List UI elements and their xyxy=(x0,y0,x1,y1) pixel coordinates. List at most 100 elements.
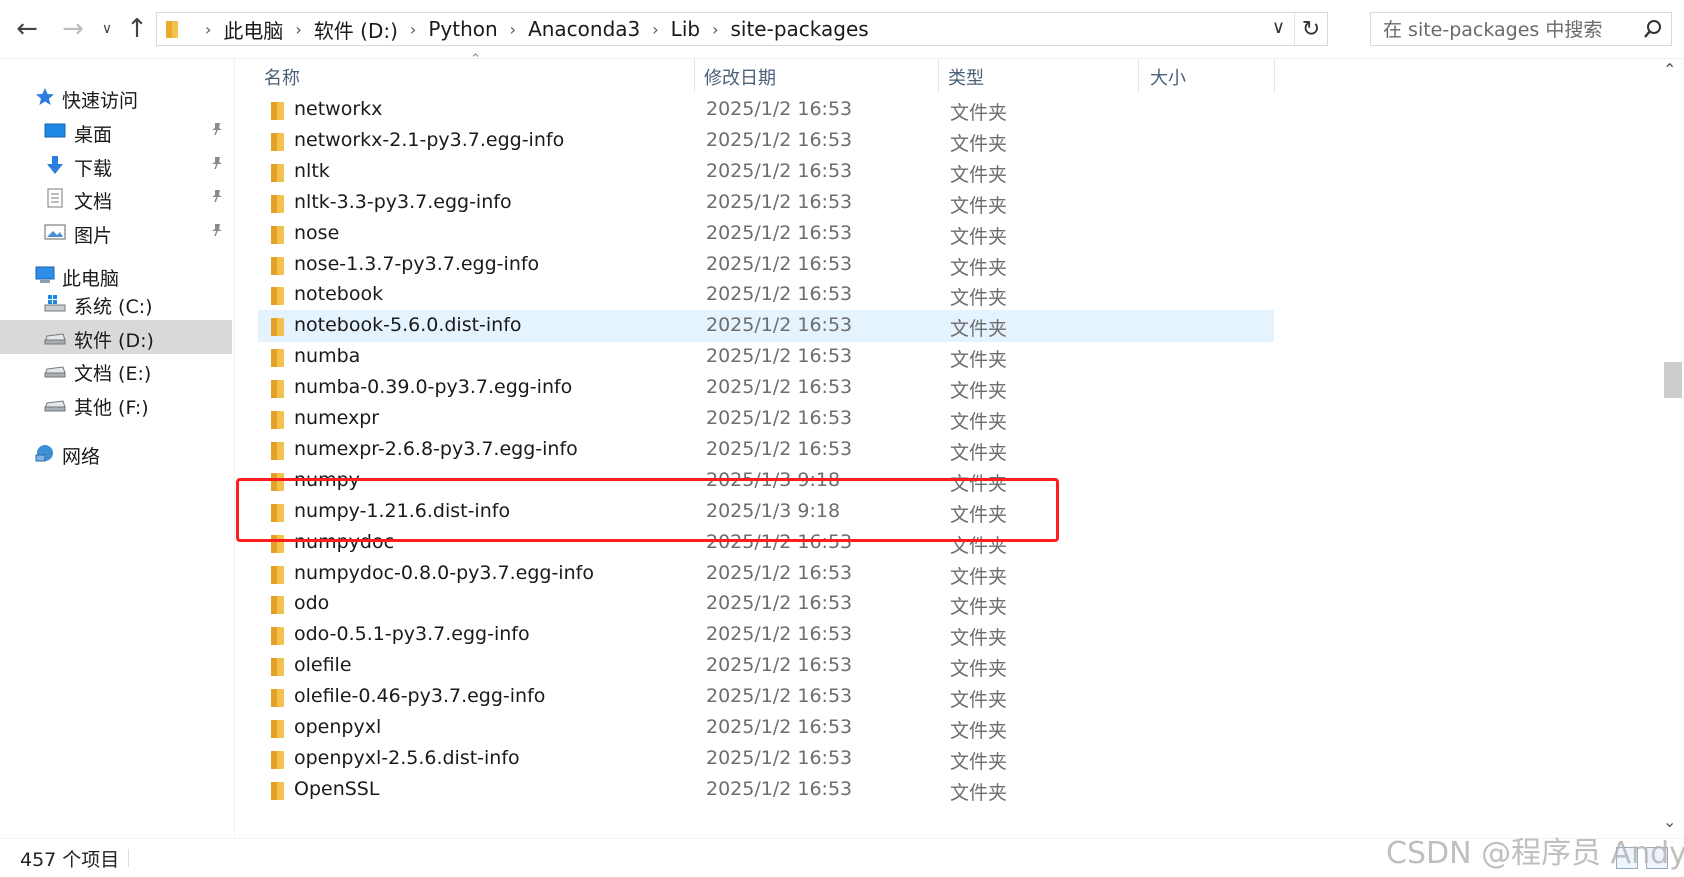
nav-drive-1[interactable]: 软件 (D:) xyxy=(0,319,232,354)
column-name[interactable]: 名称 xyxy=(264,64,300,90)
folder-icon xyxy=(270,194,286,219)
file-row[interactable]: numba-0.39.0-py3.7.egg-info 2025/1/2 16:5… xyxy=(258,372,1274,404)
file-modified-date: 2025/1/2 16:53 xyxy=(706,190,853,213)
file-row[interactable]: olefile 2025/1/2 16:53 文件夹 xyxy=(258,650,1274,682)
search-icon[interactable] xyxy=(1643,19,1663,43)
file-row[interactable]: odo 2025/1/2 16:53 文件夹 xyxy=(258,588,1274,620)
file-row[interactable]: nltk-3.3-py3.7.egg-info 2025/1/2 16:53 文件夹 xyxy=(258,187,1274,219)
nav-pinned-2[interactable]: 文档 xyxy=(0,181,232,215)
file-row[interactable]: odo-0.5.1-py3.7.egg-info 2025/1/2 16:53 文件… xyxy=(258,619,1274,651)
breadcrumb-item[interactable]: Lib xyxy=(671,17,700,41)
file-row[interactable]: nose 2025/1/2 16:53 文件夹 xyxy=(258,218,1274,250)
file-row[interactable]: numexpr-2.6.8-py3.7.egg-info 2025/1/2 16:… xyxy=(258,434,1274,466)
file-type: 文件夹 xyxy=(950,720,1008,742)
file-type: 文件夹 xyxy=(950,318,1008,341)
forward-button[interactable]: → xyxy=(58,14,88,44)
file-row[interactable]: numpydoc-0.8.0-py3.7.egg-info 2025/1/2 16… xyxy=(258,558,1274,590)
file-row[interactable]: nose-1.3.7-py3.7.egg-info 2025/1/2 16:53 文… xyxy=(258,249,1274,281)
scroll-up-icon[interactable]: ⌃ xyxy=(1663,60,1676,79)
file-modified-date: 2025/1/2 16:53 xyxy=(706,685,853,708)
nav-quick-access[interactable]: 快速访问 xyxy=(0,80,232,114)
column-size[interactable]: 大小 xyxy=(1150,64,1186,90)
file-type: 文件夹 xyxy=(950,596,1008,619)
address-bar[interactable]: › 此电脑 › 软件 (D:) › Python › Anaconda3 › Lib › site-p… xyxy=(156,12,1328,46)
column-resize-handle[interactable] xyxy=(1138,58,1139,92)
file-row[interactable]: openpyxl 2025/1/2 16:53 文件夹 xyxy=(258,712,1274,744)
nav-pinned-0[interactable]: 桌面 xyxy=(0,114,232,148)
breadcrumb-item[interactable]: 此电脑 xyxy=(223,15,283,44)
pin-icon[interactable] xyxy=(210,122,224,140)
star-icon xyxy=(34,86,56,108)
column-resize-handle[interactable] xyxy=(1274,58,1275,92)
file-row[interactable]: notebook-5.6.0.dist-info 2025/1/2 16:53 文件… xyxy=(258,310,1274,343)
pin-icon[interactable] xyxy=(210,189,224,207)
pin-icon[interactable] xyxy=(210,156,224,174)
address-dropdown-icon[interactable]: ∨ xyxy=(1272,17,1285,38)
pin-icon[interactable] xyxy=(210,223,224,241)
file-modified-date: 2025/1/2 16:53 xyxy=(706,345,853,368)
file-modified-date: 2025/1/2 16:53 xyxy=(706,716,853,738)
column-date[interactable]: 修改日期 xyxy=(704,64,776,90)
file-row[interactable]: openpyxl-2.5.6.dist-info 2025/1/2 16:53 文件… xyxy=(258,743,1274,775)
nav-pinned-3[interactable]: 图片 xyxy=(0,215,232,249)
file-row[interactable]: notebook 2025/1/2 16:53 文件夹 xyxy=(258,279,1274,311)
picture-icon xyxy=(44,221,66,243)
file-row[interactable]: networkx-2.1-py3.7.egg-info 2025/1/2 16:5… xyxy=(258,125,1274,157)
nav-drive-3[interactable]: 其他 (F:) xyxy=(0,387,232,421)
file-row[interactable]: OpenSSL 2025/1/2 16:53 文件夹 xyxy=(258,774,1274,806)
file-name: numba-0.39.0-py3.7.egg-info xyxy=(294,376,573,399)
drive-icon xyxy=(44,326,66,348)
breadcrumb-item[interactable]: Anaconda3 xyxy=(528,17,640,41)
up-button[interactable]: ↑ xyxy=(122,14,152,44)
nav-drive-0[interactable]: 系统 (C:) xyxy=(0,286,232,320)
back-button[interactable]: ← xyxy=(12,14,42,44)
folder-icon xyxy=(270,688,286,713)
refresh-button[interactable]: ↻ xyxy=(1294,13,1327,45)
breadcrumb-chevron-icon[interactable]: › xyxy=(652,20,658,39)
breadcrumb-item[interactable]: Python xyxy=(428,17,497,41)
search-box[interactable] xyxy=(1370,12,1672,46)
file-row[interactable]: numba 2025/1/2 16:53 文件夹 xyxy=(258,341,1274,373)
folder-icon xyxy=(270,317,286,342)
file-name: networkx-2.1-py3.7.egg-info xyxy=(294,128,565,151)
file-list: ⌃ 名称 修改日期 类型 大小 networkx 2025/1/2 16:53 文件… xyxy=(258,52,1658,838)
breadcrumb-item[interactable]: 软件 (D:) xyxy=(314,15,398,44)
recent-locations-button[interactable]: ∨ xyxy=(92,14,122,44)
column-type[interactable]: 类型 xyxy=(948,64,984,90)
column-resize-handle[interactable] xyxy=(694,58,695,92)
folder-icon xyxy=(270,101,286,126)
breadcrumb-item[interactable]: site-packages xyxy=(730,17,868,41)
navigation-pane: 快速访问 桌面 下载 文档 图片 此电脑 系统 (C:) 软件 (D:) 文档 (E:) 其… xyxy=(0,58,232,836)
folder-icon xyxy=(270,750,286,775)
search-input[interactable] xyxy=(1381,16,1635,44)
file-row[interactable]: numexpr 2025/1/2 16:53 文件夹 xyxy=(258,403,1274,435)
nav-pinned-1[interactable]: 下载 xyxy=(0,148,232,182)
file-type: 文件夹 xyxy=(950,225,1008,248)
file-name: networkx xyxy=(294,98,383,120)
nav-network[interactable]: 网络 xyxy=(0,436,232,470)
folder-icon xyxy=(270,781,286,806)
file-name: nltk xyxy=(294,159,330,182)
file-type: 文件夹 xyxy=(950,256,1008,279)
scroll-thumb[interactable] xyxy=(1664,362,1682,398)
vertical-scrollbar[interactable]: ⌃ ⌄ xyxy=(1660,58,1684,838)
breadcrumb-chevron-icon[interactable]: › xyxy=(410,20,416,39)
breadcrumb-chevron-icon[interactable]: › xyxy=(510,20,516,39)
nav-label: 网络 xyxy=(62,446,101,468)
file-row[interactable]: nltk 2025/1/2 16:53 文件夹 xyxy=(258,156,1274,188)
folder-icon xyxy=(270,719,286,744)
breadcrumb-chevron-icon[interactable]: › xyxy=(205,20,211,39)
nav-label: 快速访问 xyxy=(62,90,139,112)
file-row[interactable]: networkx 2025/1/2 16:53 文件夹 xyxy=(258,94,1274,126)
folder-icon xyxy=(270,441,286,466)
breadcrumb-chevron-icon[interactable]: › xyxy=(295,20,301,39)
pane-divider[interactable] xyxy=(234,58,235,836)
nav-drive-2[interactable]: 文档 (E:) xyxy=(0,353,232,387)
column-resize-handle[interactable] xyxy=(938,58,939,92)
folder-icon xyxy=(270,379,286,404)
column-header: ⌃ 名称 修改日期 类型 大小 xyxy=(258,52,1278,92)
breadcrumb-chevron-icon[interactable]: › xyxy=(712,20,718,39)
file-row[interactable]: olefile-0.46-py3.7.egg-info 2025/1/2 16:5… xyxy=(258,681,1274,713)
folder-icon xyxy=(270,595,286,620)
file-modified-date: 2025/1/2 16:53 xyxy=(706,654,853,677)
